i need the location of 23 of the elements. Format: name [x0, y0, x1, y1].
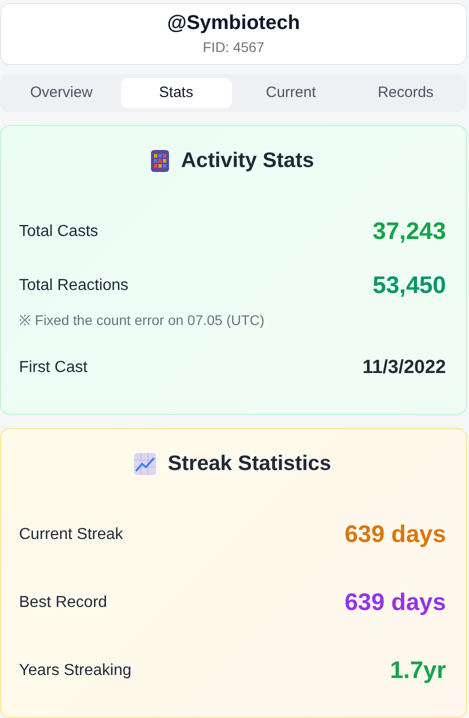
stat-value: 53,450: [372, 272, 446, 300]
stat-label: Current Streak: [19, 526, 124, 544]
username: @Symbiotech: [167, 12, 300, 36]
line-chart-icon: [134, 453, 156, 475]
tab[interactable]: Records: [350, 78, 461, 108]
stat-label: Years Streaking: [19, 662, 132, 680]
note-text: ※ Fixed the count error on 07.05 (UTC): [19, 310, 266, 328]
stat-value: 37,243: [372, 218, 446, 246]
stat-value: 639 days: [344, 589, 446, 617]
tab[interactable]: Stats: [120, 78, 232, 108]
tab[interactable]: Overview: [6, 78, 117, 108]
fid-label: FID: 4567: [202, 39, 264, 56]
tab[interactable]: Current: [236, 78, 346, 108]
card-title: Streak Statistics: [168, 452, 332, 476]
stat-label: Total Reactions: [19, 276, 128, 294]
stat-value: 11/3/2022: [362, 357, 446, 379]
stat-label: Total Casts: [19, 223, 98, 241]
stat-label: First Cast: [19, 359, 88, 377]
calculator-icon: [150, 150, 169, 172]
card-title: Activity Stats: [180, 149, 314, 173]
stat-label: Best Record: [19, 594, 108, 612]
stat-value: 639 days: [344, 521, 446, 549]
stat-value: 1.7yr: [390, 657, 446, 685]
